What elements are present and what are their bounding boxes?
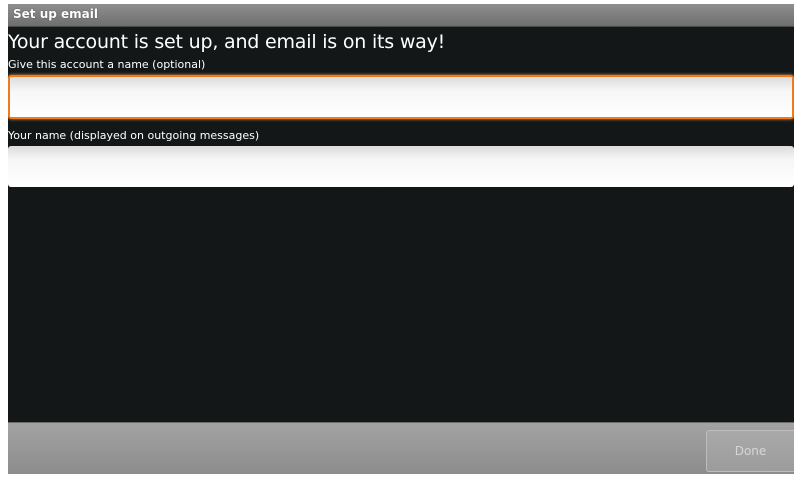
window-title: Set up email (13, 7, 98, 21)
title-bar: Set up email (8, 4, 794, 27)
your-name-label: Your name (displayed on outgoing message… (8, 129, 260, 142)
email-setup-screen: Set up email Your account is set up, and… (8, 4, 794, 474)
your-name-input[interactable] (8, 146, 794, 187)
account-name-label: Give this account a name (optional) (8, 58, 206, 71)
setup-complete-heading: Your account is set up, and email is on … (8, 31, 446, 53)
account-name-input[interactable] (8, 75, 794, 119)
done-button[interactable]: Done (706, 430, 794, 472)
bottom-action-bar: Done (8, 422, 794, 474)
